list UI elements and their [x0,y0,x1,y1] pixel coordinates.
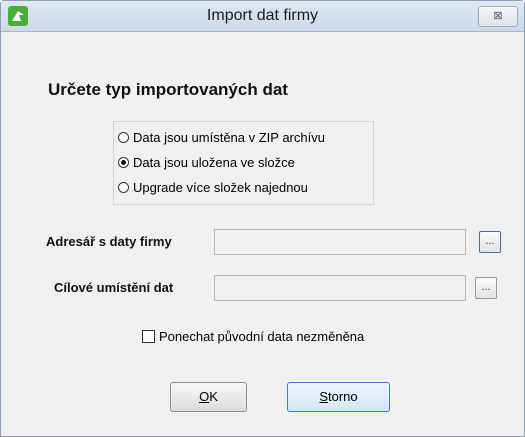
radio-upgrade-indicator[interactable] [118,181,129,193]
radio-zip-indicator[interactable] [118,131,129,143]
window-title: Import dat firmy [206,7,319,24]
import-type-group: Data jsou umístěna v ZIP archívu Data js… [113,121,374,205]
import-dialog: Import dat firmy ⊠ Určete typ importovan… [0,0,525,437]
keep-original-checkbox[interactable] [142,330,155,343]
company-dir-browse-button[interactable]: ... [479,231,501,253]
target-location-browse-button[interactable]: ... [475,277,497,299]
ok-mnemonic: O [199,389,210,404]
radio-zip-archive[interactable]: Data jsou umístěna v ZIP archívu [118,127,325,147]
radio-folder[interactable]: Data jsou uložena ve složce [118,152,295,172]
target-location-label: Cílové umístění dat [54,280,174,295]
radio-zip-label: Data jsou umístěna v ZIP archívu [133,129,325,145]
target-location-field[interactable] [214,275,466,301]
ok-button[interactable]: OK [170,382,247,412]
title-bar: Import dat firmy ⊠ [1,1,524,32]
radio-upgrade-label: Upgrade více složek najednou [133,179,308,195]
close-icon[interactable]: ⊠ [478,6,518,27]
cancel-button[interactable]: Storno [287,382,390,412]
radio-upgrade-multiple[interactable]: Upgrade více složek najednou [118,177,308,197]
cancel-mnemonic: S [319,389,329,404]
keep-original-label: Ponechat původní data nezměněna [159,329,365,344]
company-dir-field[interactable] [214,229,466,255]
section-heading: Určete typ importovaných dat [48,80,288,99]
company-dir-label: Adresář s daty firmy [46,234,172,249]
cancel-label-rest: torno [328,389,358,404]
ok-label-rest: K [209,389,218,404]
keep-original-option[interactable]: Ponechat původní data nezměněna [142,329,364,344]
radio-folder-label: Data jsou uložena ve složce [133,154,295,170]
radio-folder-indicator[interactable] [118,156,129,168]
